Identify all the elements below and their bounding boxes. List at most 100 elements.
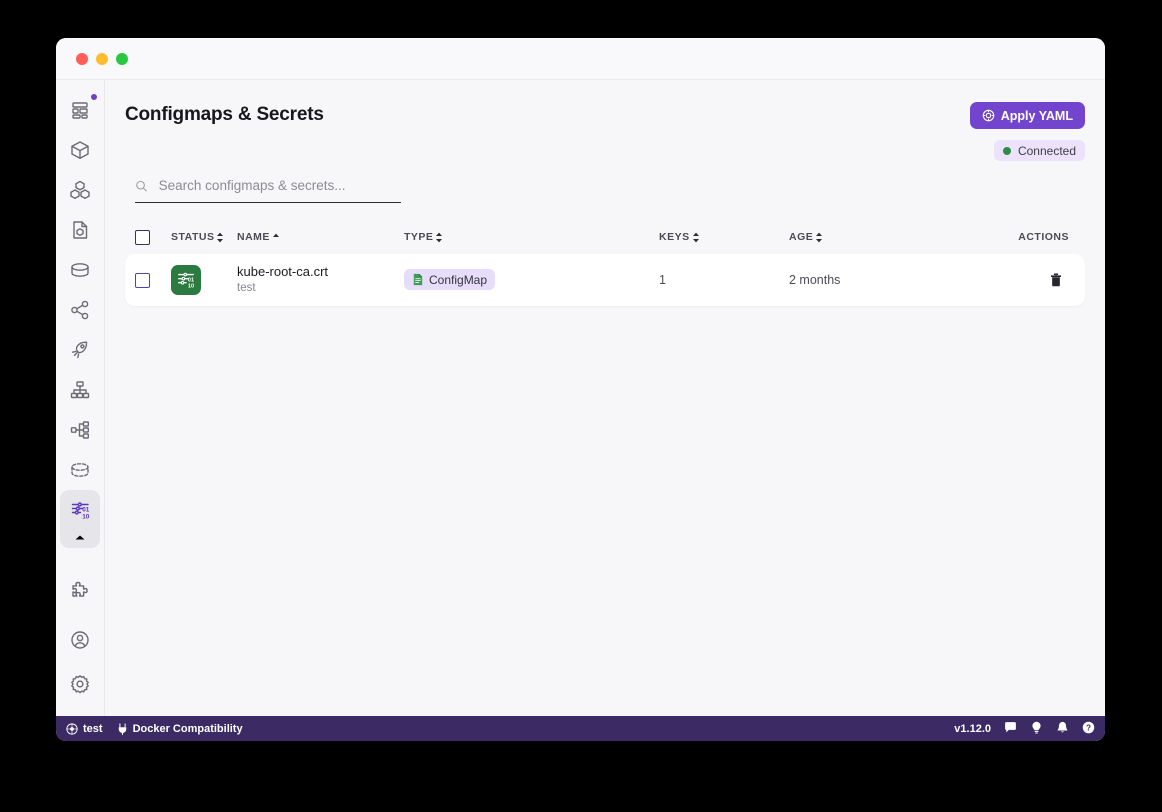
column-header-status[interactable]: STATUS <box>171 231 237 243</box>
cube-icon <box>71 141 89 159</box>
row-age: 2 months <box>789 273 841 287</box>
row-name: kube-root-ca.crt <box>237 264 329 279</box>
sort-icon-status <box>216 232 224 243</box>
sidebar-item-services[interactable] <box>60 290 100 330</box>
sidebar-item-manifests[interactable] <box>60 210 100 250</box>
column-header-keys[interactable]: KEYS <box>659 231 789 243</box>
status-context-label: test <box>83 722 103 735</box>
row-type-cell: ConfigMap <box>404 269 659 291</box>
app-version: v1.12.0 <box>954 722 991 735</box>
svg-text:01: 01 <box>188 277 194 283</box>
gear-icon <box>71 675 89 694</box>
apply-yaml-button[interactable]: Apply YAML <box>969 102 1085 129</box>
svg-text:10: 10 <box>188 284 194 290</box>
sidebar-item-dashboard[interactable] <box>60 90 100 130</box>
content-header: Configmaps & Secrets Apply YAML Connecte… <box>125 102 1085 161</box>
connection-status-badge: Connected <box>993 140 1085 161</box>
column-label-actions: ACTIONS <box>1018 231 1069 243</box>
table-row[interactable]: 01 10 kube-root-ca.crt test ConfigMap 1 … <box>125 254 1085 306</box>
sidebar: 01 10 <box>56 80 105 716</box>
status-bar-right: v1.12.0 ? <box>954 721 1095 737</box>
row-select-cell[interactable] <box>135 272 171 288</box>
column-label-type: TYPE <box>404 231 434 243</box>
sidebar-nav-bottom <box>60 620 100 716</box>
status-context[interactable]: test <box>66 723 103 735</box>
user-circle-icon <box>71 631 89 649</box>
minimize-window-button[interactable] <box>96 52 108 65</box>
svg-text:01: 01 <box>82 506 90 513</box>
configmaps-table: STATUS NAME TYPE KEYS AGE ACTIONS 01 10 … <box>125 224 1085 306</box>
sidebar-item-storage[interactable] <box>60 250 100 290</box>
sitemap-icon <box>70 381 90 399</box>
sidebar-item-account[interactable] <box>60 620 100 660</box>
share-network-icon <box>71 300 89 320</box>
search-input[interactable] <box>156 177 401 194</box>
column-label-age: AGE <box>789 231 814 243</box>
column-label-keys: KEYS <box>659 231 690 243</box>
lightbulb-icon[interactable] <box>1030 721 1043 737</box>
trash-icon <box>1050 273 1062 287</box>
rocket-icon <box>71 341 88 359</box>
type-badge: ConfigMap <box>404 269 496 290</box>
cubes-icon <box>70 180 90 199</box>
status-bar-left: test Docker Compatibility <box>66 723 243 735</box>
maximize-window-button[interactable] <box>116 52 128 65</box>
chevron-up-icon <box>75 535 85 540</box>
header-actions: Apply YAML Connected <box>969 102 1085 161</box>
connection-status-label: Connected <box>1017 143 1076 158</box>
status-bar: test Docker Compatibility v1.12.0 ? <box>56 716 1105 741</box>
status-docker-compat-label: Docker Compatibility <box>132 722 243 735</box>
branch-icon <box>70 421 90 439</box>
delete-row-button[interactable] <box>1043 267 1069 293</box>
sidebar-item-plugins[interactable] <box>60 570 100 610</box>
select-all-checkbox[interactable] <box>135 229 150 245</box>
help-icon[interactable]: ? <box>1082 721 1095 737</box>
column-header-type[interactable]: TYPE <box>404 231 659 243</box>
svg-text:10: 10 <box>82 513 90 520</box>
puzzle-icon <box>71 581 88 597</box>
apply-yaml-label: Apply YAML <box>1000 108 1073 123</box>
row-namespace: test <box>237 282 256 294</box>
column-header-age[interactable]: AGE <box>789 231 1004 243</box>
title-bar <box>56 38 1105 80</box>
sort-icon-age <box>815 232 823 243</box>
sidebar-item-settings[interactable] <box>60 664 100 704</box>
sidebar-item-deployments[interactable] <box>60 170 100 210</box>
file-cube-icon <box>73 221 88 239</box>
svg-text:?: ? <box>1086 723 1091 732</box>
connection-status-dot <box>1002 146 1011 155</box>
sidebar-item-workflows[interactable] <box>60 410 100 450</box>
row-keys: 1 <box>659 273 666 287</box>
dashboard-icon <box>72 102 88 119</box>
sidebar-item-topology[interactable] <box>60 370 100 410</box>
sidebar-item-configmaps-secrets-group: 01 10 <box>60 490 100 548</box>
sidebar-item-pods[interactable] <box>60 130 100 170</box>
dashed-database-icon <box>71 463 89 477</box>
column-header-actions: ACTIONS <box>1004 231 1075 243</box>
config-binary-icon: 01 10 <box>71 501 90 520</box>
sort-icon-name-asc <box>272 232 280 243</box>
sidebar-collapse-toggle[interactable] <box>60 530 100 546</box>
page-title: Configmaps & Secrets <box>125 104 324 125</box>
search-icon <box>136 180 147 191</box>
bell-icon[interactable] <box>1056 721 1069 737</box>
sort-icon-keys <box>692 232 700 243</box>
dashboard-notification-dot <box>91 94 97 100</box>
select-all-cell[interactable] <box>135 229 171 245</box>
row-name-cell: kube-root-ca.crt test <box>237 264 404 296</box>
row-select-checkbox[interactable] <box>135 272 150 288</box>
apply-icon <box>982 109 995 122</box>
sidebar-item-volumes[interactable] <box>60 450 100 490</box>
sort-icon-type <box>435 232 443 243</box>
column-header-name[interactable]: NAME <box>237 231 404 243</box>
close-window-button[interactable] <box>76 52 88 65</box>
search-bar[interactable] <box>135 177 401 203</box>
app-window: 01 10 Configmaps & Secrets Apply YAML Co… <box>56 38 1105 741</box>
status-docker-compat[interactable]: Docker Compatibility <box>117 723 243 735</box>
row-status-cell: 01 10 <box>171 265 237 295</box>
configmap-binary-icon: 01 10 <box>171 265 201 295</box>
sidebar-item-jobs[interactable] <box>60 330 100 370</box>
chat-icon[interactable] <box>1004 721 1017 737</box>
sidebar-item-configmaps-secrets[interactable]: 01 10 <box>60 490 100 530</box>
window-body: 01 10 Configmaps & Secrets Apply YAML Co… <box>56 80 1105 716</box>
